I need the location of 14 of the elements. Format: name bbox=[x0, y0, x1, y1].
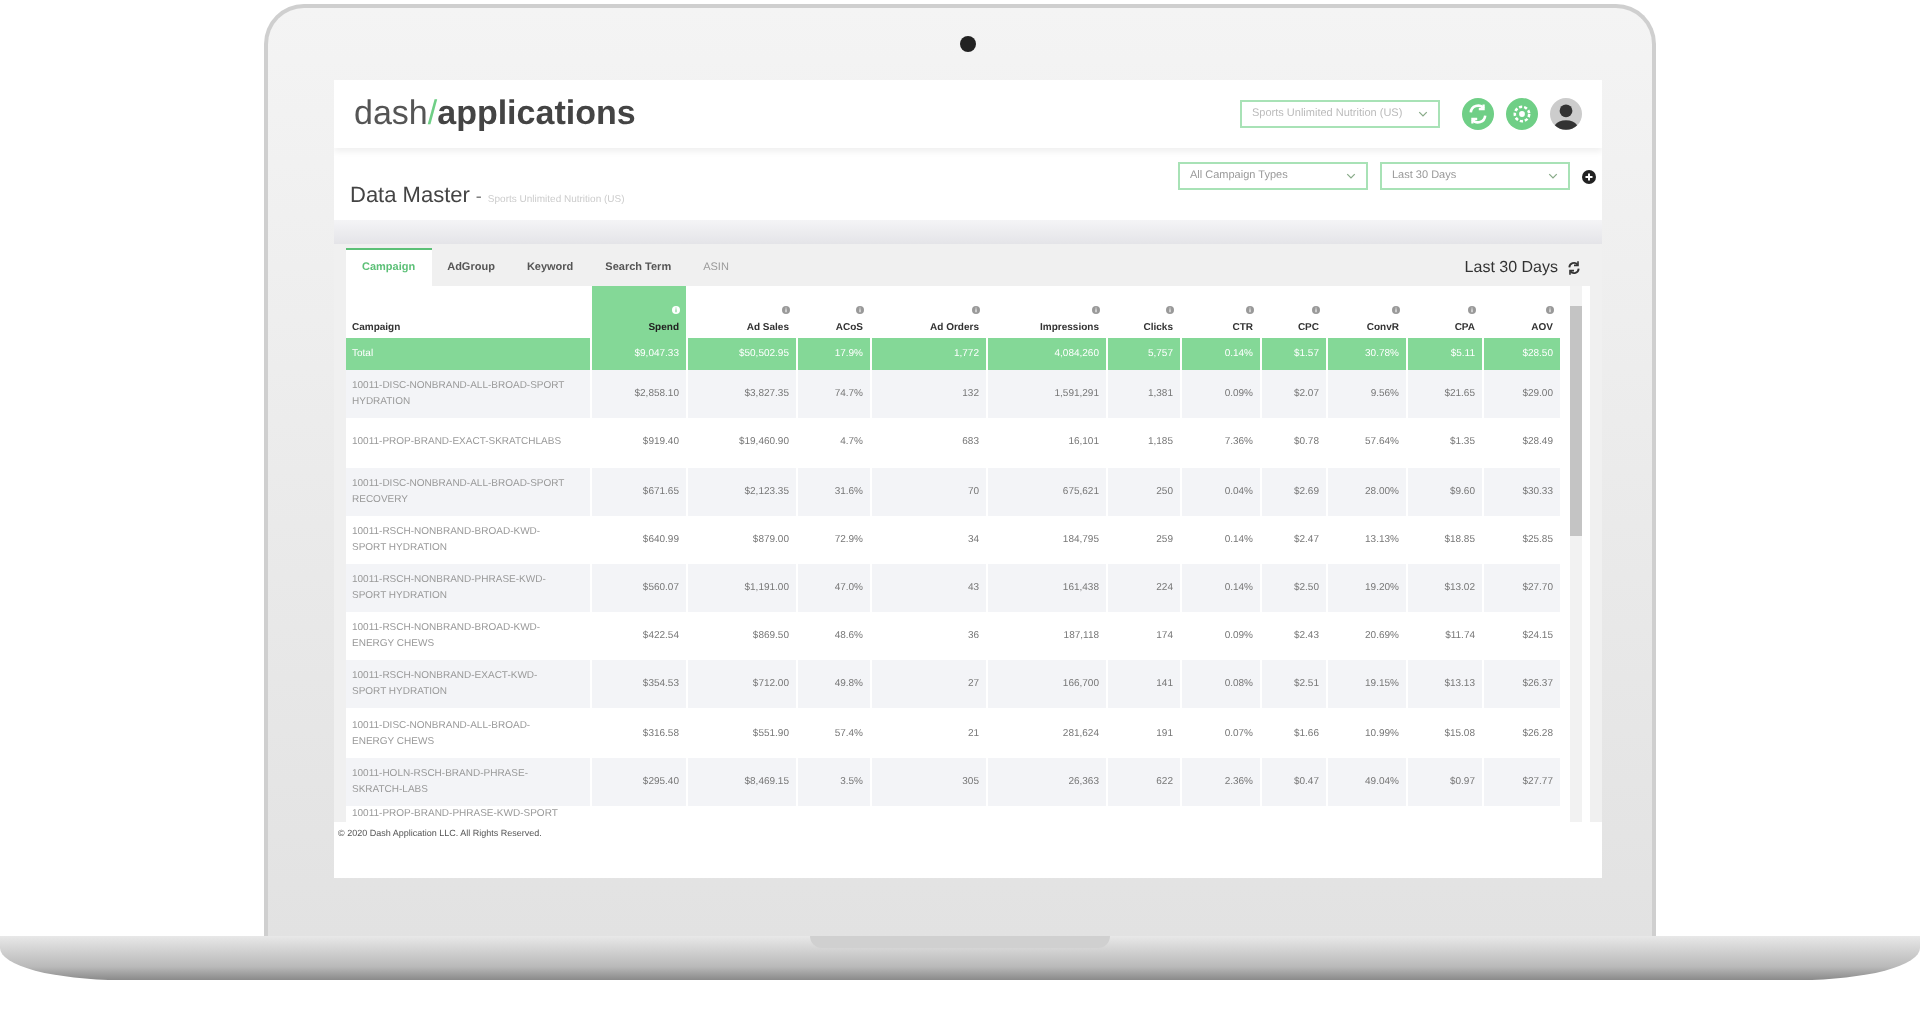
date-range-label: Last 30 Days bbox=[1464, 258, 1558, 276]
title-separator: - bbox=[475, 186, 482, 206]
chevron-down-icon bbox=[1346, 172, 1356, 180]
page-title: Data Master bbox=[350, 184, 470, 208]
chevron-down-icon bbox=[1548, 172, 1558, 180]
scrollbar-thumb[interactable] bbox=[1569, 306, 1581, 536]
avatar-icon[interactable] bbox=[1550, 98, 1582, 130]
camera-icon bbox=[960, 36, 976, 52]
settings-icon[interactable] bbox=[1506, 98, 1538, 130]
info-icon[interactable] bbox=[671, 306, 679, 314]
chevron-down-icon bbox=[1418, 110, 1428, 118]
app-logo: dash/applications bbox=[354, 94, 636, 134]
add-icon[interactable] bbox=[1582, 169, 1596, 183]
refresh-icon[interactable] bbox=[1566, 259, 1582, 275]
